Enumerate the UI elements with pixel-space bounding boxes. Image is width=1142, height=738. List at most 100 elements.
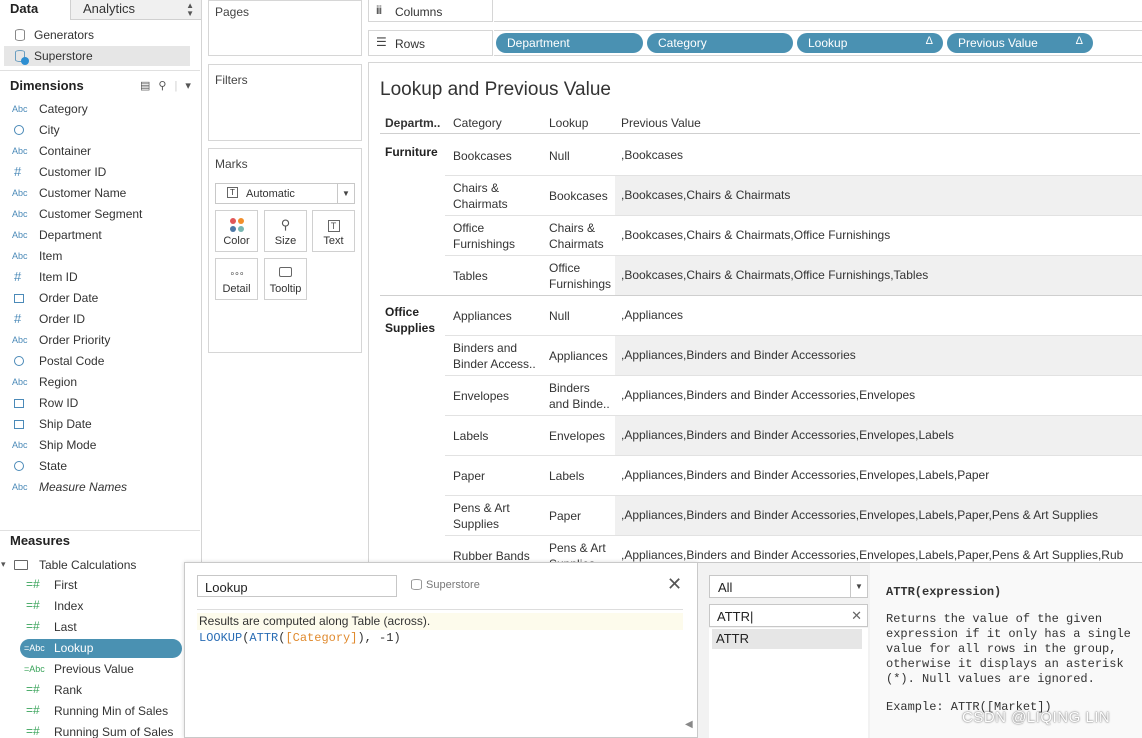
dimension-field[interactable]: Abc Order Priority [0,330,200,351]
collapse-left-icon[interactable]: ◀ [685,719,693,730]
dimension-field[interactable]: Abc Ship Mode [0,435,200,456]
close-icon[interactable]: ✕ [667,575,682,593]
rows-pill-lookup[interactable]: Lookup Δ [797,33,943,53]
measure-field[interactable]: =# First [0,575,200,596]
rows-pill-department[interactable]: Department [496,33,643,53]
list-view-icon[interactable]: ▤ [140,80,150,92]
category-label: Chairmats [453,197,508,211]
datasource-superstore[interactable]: Superstore [4,46,190,66]
rows-pill-previous-value[interactable]: Previous Value Δ [947,33,1093,53]
lookup-label: Envelopes [549,429,606,443]
lookup-cell: Office Furnishings [549,260,615,292]
dropdown-arrow-icon: ▼ [337,184,354,203]
dimension-field[interactable]: Postal Code [0,351,200,372]
field-label: Postal Code [39,354,105,368]
pages-card[interactable]: Pages [208,0,362,56]
dimension-field[interactable]: Order Date [0,288,200,309]
measure-field[interactable]: =# Index [0,596,200,617]
dimensions-header: Dimensions [10,78,84,93]
dimension-field[interactable]: # Customer ID [0,162,200,183]
folder-table-calculations[interactable]: ▾ Table Calculations [0,555,200,575]
category-label: Office [453,221,485,235]
table-row[interactable]: Chairs & Chairmats Bookcases ,Bookcases,Cha… [445,176,1142,216]
dimension-field[interactable]: City [0,120,200,141]
lookup-label: Chairs & [549,221,596,235]
table-row[interactable]: Binders and Binder Access.. Appliances ,App… [445,336,1142,376]
lookup-cell: Chairs & Chairmats [549,220,615,252]
measure-field[interactable]: =# Running Min of Sales [0,701,200,722]
calc-number-icon: =# [26,619,40,633]
lookup-cell: Envelopes [549,428,615,444]
calc-formula-editor[interactable]: LOOKUP(ATTR([Category]), -1) [199,631,401,645]
dimension-field[interactable]: Abc Item [0,246,200,267]
measure-field[interactable]: =# Last [0,617,200,638]
table-row[interactable]: Rubber Bands Pens & ArtSupplies ,Appliance… [445,536,1142,562]
dimension-field[interactable]: Abc Category [0,99,200,120]
department-label: Furniture [385,145,438,159]
tooltip-button[interactable]: Tooltip [264,258,307,300]
function-search-input[interactable]: ATTR| ✕ [709,604,868,627]
measure-field[interactable]: =# Running Sum of Sales [0,722,200,738]
table-row[interactable]: Paper Labels ,Appliances,Binders and Binde… [445,456,1142,496]
chevron-down-icon[interactable]: ▾ [185,80,191,92]
rows-pill-category[interactable]: Category [647,33,793,53]
worksheet-view[interactable]: Lookup and Previous Value Departm.. Cate… [368,62,1142,562]
dimension-field[interactable]: Row ID [0,393,200,414]
table-row[interactable]: Bookcases Null ,Bookcases [445,136,1142,176]
color-icon [216,215,257,235]
search-icon[interactable]: ⚲ [158,80,166,92]
header-category[interactable]: Category [453,116,502,130]
detail-button[interactable]: ∘∘∘ Detail [215,258,258,300]
field-label: Last [54,620,77,634]
category-cell: Bookcases [453,148,543,164]
measure-field[interactable]: =# Rank [0,680,200,701]
previous-value-cell: ,Appliances,Binders and Binder Accessori… [615,416,1142,455]
dimension-field[interactable]: Ship Date [0,414,200,435]
header-previous-value[interactable]: Previous Value [621,116,701,130]
field-label: Item [39,249,63,263]
dimension-field[interactable]: # Order ID [0,309,200,330]
table-row[interactable]: Office Furnishings Chairs & Chairmats ,Bookc… [445,216,1142,256]
previous-value-cell: ,Appliances [621,308,684,322]
mark-type-dropdown[interactable]: T Automatic ▼ [215,183,355,204]
tab-analytics[interactable]: Analytics ▲ ▼ [70,0,201,20]
field-label: Region [39,375,78,389]
function-list: ATTR [709,628,868,738]
measure-field[interactable]: =Abc Lookup [0,638,200,659]
size-button[interactable]: ⚲ Size [264,210,307,252]
field-label: Customer Segment [39,207,143,221]
header-department[interactable]: Departm.. [385,116,440,130]
columns-shelf[interactable] [494,0,1142,22]
header-lookup[interactable]: Lookup [549,116,588,130]
function-category-select[interactable]: All ▼ [709,575,868,598]
field-label: Category [39,102,88,116]
rows-icon: ☰ [376,35,387,49]
lookup-label: Binders [549,381,590,395]
table-row[interactable]: Pens & Art Supplies Paper ,Appliances,Binde… [445,496,1142,536]
datasource-generators[interactable]: Generators [4,25,190,45]
delta-icon: Δ [1075,35,1083,47]
dimension-field[interactable]: Abc Measure Names [0,477,200,498]
dimension-field[interactable]: Abc Region [0,372,200,393]
lookup-cell: Null [549,308,615,324]
table-row[interactable]: Tables Office Furnishings ,Bookcases,Chairs… [445,256,1142,296]
dimension-field[interactable]: # Item ID [0,267,200,288]
measure-field[interactable]: =Abc Previous Value [0,659,200,680]
dimension-field[interactable]: Abc Department [0,225,200,246]
function-item-attr[interactable]: ATTR [712,629,862,649]
clear-search-icon[interactable]: ✕ [851,608,862,624]
table-row[interactable]: Appliances Null ,Appliances [445,296,1142,336]
table-row[interactable]: Labels Envelopes ,Appliances,Binders and B… [445,416,1142,456]
text-button[interactable]: T Text [312,210,355,252]
collapse-arrow-icon[interactable]: ▾ [1,559,6,570]
filters-card[interactable]: Filters [208,64,362,141]
tab-data[interactable]: Data [0,0,70,20]
color-button[interactable]: Color [215,210,258,252]
dimension-field[interactable]: Abc Customer Name [0,183,200,204]
dimension-field[interactable]: State [0,456,200,477]
dimension-field[interactable]: Abc Customer Segment [0,204,200,225]
calc-name-field[interactable]: Lookup [197,575,397,597]
previous-value-cell: ,Bookcases,Chairs & Chairmats,Office Fur… [621,228,891,242]
dimension-field[interactable]: Abc Container [0,141,200,162]
table-row[interactable]: Envelopes Binders and Binde.. ,Appliances,B… [445,376,1142,416]
